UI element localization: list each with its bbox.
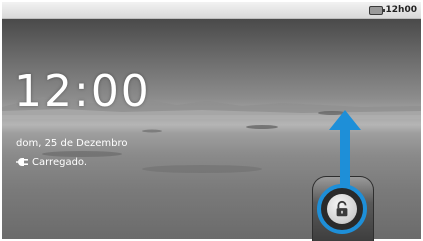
battery-icon (369, 6, 385, 15)
charging-text: Carregado. (32, 156, 88, 168)
lock-date: dom, 25 de Dezembro (16, 138, 128, 149)
charging-status: Carregado. (16, 155, 87, 169)
lock-screen: 12h00 12:00 dom, 25 de Dezembro Carregad… (0, 0, 423, 241)
unlock-icon (327, 194, 357, 224)
plug-icon (16, 158, 28, 166)
status-bar: 12h00 (2, 2, 421, 19)
unlock-button[interactable] (317, 184, 367, 234)
lock-clock: 12:00 (14, 66, 151, 117)
padlock-icon (336, 200, 348, 217)
status-time: 12h00 (385, 5, 417, 15)
